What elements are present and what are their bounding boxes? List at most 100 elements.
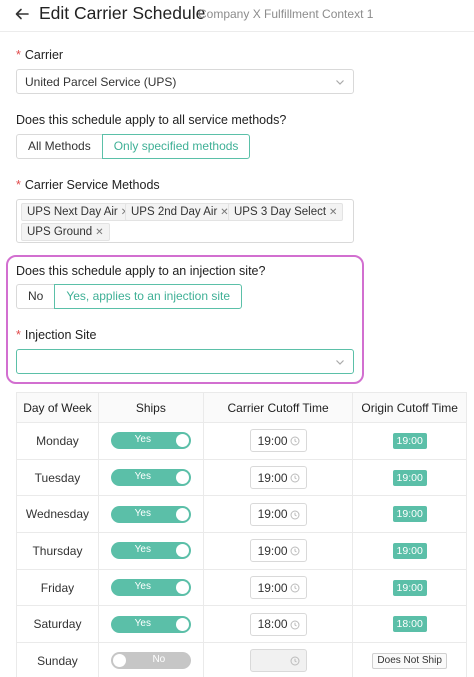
carrier-select[interactable]: United Parcel Service (UPS): [16, 69, 354, 94]
service-methods-label-text: Carrier Service Methods: [24, 178, 160, 192]
toggle-knob: [175, 581, 189, 595]
ships-toggle[interactable]: Yes: [110, 469, 191, 487]
arrow-left-icon[interactable]: [14, 6, 30, 22]
ships-cell: No: [97, 642, 204, 677]
injection-site-label: * Injection Site: [16, 328, 96, 342]
carrier-cutoff-input[interactable]: 18:00: [249, 612, 307, 636]
carrier-select-value: United Parcel Service (UPS): [25, 75, 177, 89]
carrier-cutoff-value: 19:00: [257, 507, 288, 522]
carrier-cutoff-input[interactable]: [249, 649, 307, 673]
carrier-cutoff-value: 19:00: [257, 433, 288, 448]
ships-toggle[interactable]: Yes: [110, 432, 191, 450]
clock-icon: [290, 656, 300, 666]
ships-toggle-label: Yes: [134, 471, 151, 483]
column-header-day: Day of Week: [16, 392, 99, 423]
origin-cutoff-badge: 19:00: [392, 542, 427, 559]
toggle-knob: [175, 471, 189, 485]
method-tag: UPS 3 Day Select ✕: [228, 203, 344, 221]
ships-toggle[interactable]: Yes: [110, 615, 191, 633]
table-row: Monday Yes 19:00 19:00: [16, 422, 467, 460]
ships-toggle-label: Yes: [134, 617, 151, 629]
origin-cutoff-badge: 19:00: [392, 469, 427, 486]
required-marker: *: [16, 48, 21, 62]
origin-cutoff-cell: 19:00: [352, 422, 467, 460]
close-icon[interactable]: ✕: [329, 207, 337, 218]
carrier-cutoff-cell: 19:00: [202, 495, 354, 534]
schedule-table: Day of Week Ships Carrier Cutoff Time Or…: [16, 392, 467, 677]
ships-toggle[interactable]: Yes: [110, 579, 191, 597]
page-subtitle: Company X Fulfillment Context 1: [198, 7, 374, 21]
injection-segmented: No Yes, applies to an injection site: [16, 284, 243, 309]
method-tag-label: UPS Next Day Air: [27, 206, 118, 218]
carrier-cutoff-cell: 18:00: [202, 605, 354, 644]
ships-cell: Yes: [97, 458, 204, 497]
carrier-label: * Carrier: [16, 48, 63, 62]
clock-icon: [290, 436, 300, 446]
carrier-cutoff-input[interactable]: 19:00: [249, 576, 307, 600]
carrier-cutoff-input[interactable]: 19:00: [249, 502, 307, 526]
method-tag-label: UPS Ground: [27, 226, 93, 238]
table-row: Saturday Yes 18:00 18:00: [16, 605, 467, 644]
carrier-cutoff-cell: 19:00: [202, 532, 354, 570]
method-tag: UPS Next Day Air✕: [21, 203, 136, 221]
carrier-cutoff-value: 19:00: [257, 580, 288, 595]
close-icon[interactable]: ✕: [95, 227, 103, 238]
ships-toggle[interactable]: Yes: [110, 542, 191, 560]
page-header: Edit Carrier Schedule Company X Fulfillm…: [0, 0, 474, 32]
origin-cutoff-badge: 19:00: [392, 579, 427, 596]
origin-cutoff-cell: 19:00: [352, 532, 467, 570]
table-row: Friday Yes 19:00 19:00: [16, 568, 467, 607]
chevron-down-icon: [336, 80, 344, 85]
clock-icon: [290, 620, 300, 630]
clock-icon: [290, 546, 300, 556]
ships-cell: Yes: [97, 568, 204, 607]
chevron-down-icon: [336, 360, 344, 365]
service-methods-multiselect[interactable]: UPS Next Day Air✕ UPS 2nd Day Air✕ UPS 3…: [16, 199, 354, 243]
page-title: Edit Carrier Schedule: [39, 3, 206, 23]
table-header-row: Day of Week Ships Carrier Cutoff Time Or…: [16, 392, 467, 423]
injection-yes-option[interactable]: Yes, applies to an injection site: [54, 284, 243, 309]
column-header-ships: Ships: [97, 392, 204, 423]
apply-all-segmented: All Methods Only specified methods: [16, 134, 251, 159]
origin-cutoff-cell: 19:00: [352, 495, 467, 534]
carrier-cutoff-value: 18:00: [257, 617, 288, 632]
day-cell: Monday: [16, 422, 99, 460]
origin-cutoff-badge: 19:00: [392, 506, 427, 523]
only-specified-methods-option[interactable]: Only specified methods: [101, 134, 251, 159]
table-row: Tuesday Yes 19:00 19:00: [16, 458, 467, 497]
table-row: Thursday Yes 19:00 19:00: [16, 532, 467, 570]
method-tag-label: UPS 3 Day Select: [234, 206, 327, 218]
carrier-cutoff-input[interactable]: 19:00: [249, 539, 307, 563]
service-methods-label: * Carrier Service Methods: [16, 178, 160, 192]
ships-toggle-label: Yes: [134, 544, 151, 556]
carrier-cutoff-value: 19:00: [257, 470, 288, 485]
clock-icon: [290, 473, 300, 483]
day-cell: Tuesday: [16, 458, 99, 497]
column-header-origin-cutoff: Origin Cutoff Time: [352, 392, 467, 423]
required-marker: *: [16, 328, 21, 342]
table-row: Sunday No Does Not Ship: [16, 642, 467, 677]
column-header-carrier-cutoff: Carrier Cutoff Time: [202, 392, 354, 423]
injection-site-select[interactable]: [16, 349, 354, 374]
does-not-ship-badge: Does Not Ship: [372, 653, 447, 670]
all-methods-option[interactable]: All Methods: [16, 134, 103, 159]
origin-cutoff-cell: Does Not Ship: [352, 642, 467, 677]
ships-cell: Yes: [97, 495, 204, 534]
method-tag: UPS Ground ✕: [21, 223, 110, 241]
day-cell: Sunday: [16, 642, 99, 677]
carrier-cutoff-cell: 19:00: [202, 422, 354, 460]
day-cell: Saturday: [16, 605, 99, 644]
ships-toggle-label: Yes: [134, 507, 151, 519]
method-tag-label: UPS 2nd Day Air: [131, 206, 218, 218]
apply-all-question: Does this schedule apply to all service …: [16, 113, 287, 127]
ships-toggle-label: Yes: [134, 434, 151, 446]
ships-toggle[interactable]: Yes: [110, 505, 191, 523]
ships-toggle[interactable]: No: [110, 652, 191, 670]
injection-no-option[interactable]: No: [16, 284, 56, 309]
ships-cell: Yes: [97, 605, 204, 644]
ships-cell: Yes: [97, 422, 204, 460]
carrier-cutoff-input[interactable]: 19:00: [249, 466, 307, 490]
carrier-cutoff-cell: [202, 642, 354, 677]
carrier-cutoff-input[interactable]: 19:00: [249, 429, 307, 453]
carrier-cutoff-cell: 19:00: [202, 568, 354, 607]
